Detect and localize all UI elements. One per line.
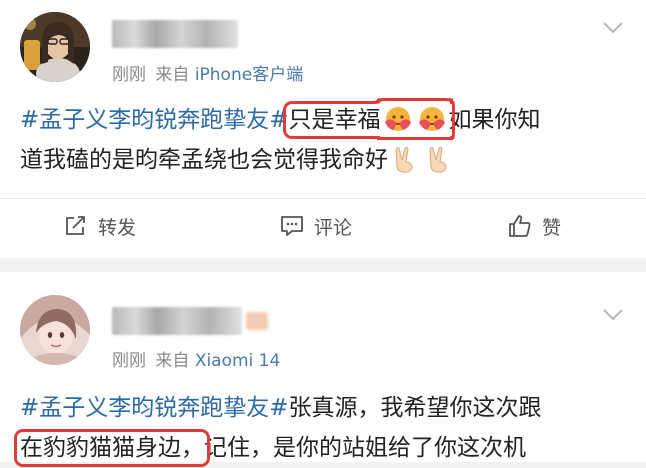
weibo-post-2: 刚刚 来自 Xiaomi 14 #孟子义李昀锐奔跑挚友#张真源，我希望你这次跟 … xyxy=(0,272,646,467)
hashtag-link[interactable]: #孟子义李昀锐奔跑挚友# xyxy=(20,395,289,421)
victory-hand-icon xyxy=(424,144,454,174)
highlight-text: 只是幸福 xyxy=(288,107,381,133)
hug-emoji-icon xyxy=(383,104,413,134)
chevron-down-icon[interactable] xyxy=(602,21,624,35)
action-bar: 转发 评论 赞 xyxy=(0,198,646,253)
text-segment: 记住，是你的站姐给了你这次机 xyxy=(204,435,526,461)
post-time: 刚刚 xyxy=(112,65,146,85)
post-time: 刚刚 xyxy=(112,351,146,371)
like-button[interactable]: 赞 xyxy=(508,199,561,253)
avatar[interactable] xyxy=(20,295,90,365)
text-line: #孟子义李昀锐奔跑挚友#张真源，我希望你这次跟 xyxy=(20,388,626,428)
hashtag-link[interactable]: #孟子义李昀锐奔跑挚友# xyxy=(20,107,289,133)
comment-label: 评论 xyxy=(314,216,353,239)
like-label: 赞 xyxy=(542,216,562,239)
source-prefix: 来自 xyxy=(155,351,190,371)
highlighted-text: 在豹豹猫猫身边， xyxy=(14,429,210,467)
comment-button[interactable]: 评论 xyxy=(280,199,352,253)
thumbs-up-icon xyxy=(509,215,531,237)
chevron-down-icon[interactable] xyxy=(602,308,624,322)
text-segment: 张真源，我希望你这次跟 xyxy=(288,395,542,421)
username-blurred[interactable] xyxy=(112,20,238,48)
highlighted-text: 只是幸福 xyxy=(282,101,455,139)
username-blurred[interactable] xyxy=(112,307,268,335)
post-source[interactable]: iPhone客户端 xyxy=(195,65,303,85)
post-meta: 刚刚 来自 Xiaomi 14 xyxy=(112,346,280,371)
source-prefix: 来自 xyxy=(155,65,190,85)
repost-label: 转发 xyxy=(98,216,137,239)
text-line: 在豹豹猫猫身边，记住，是你的站姐给了你这次机 xyxy=(14,428,626,468)
post-meta: 刚刚 来自 iPhone客户端 xyxy=(112,60,303,85)
victory-hand-icon xyxy=(390,144,420,174)
repost-button[interactable]: 转发 xyxy=(64,199,136,253)
post-source[interactable]: Xiaomi 14 xyxy=(195,351,281,371)
share-square-icon xyxy=(66,216,85,235)
text-line: #孟子义李昀锐奔跑挚友#只是幸福 如果你知 xyxy=(20,100,626,140)
badge-blurred xyxy=(246,312,268,330)
post-text: #孟子义李昀锐奔跑挚友#张真源，我希望你这次跟 在豹豹猫猫身边，记住，是你的站姐… xyxy=(14,388,626,468)
avatar[interactable] xyxy=(20,12,90,82)
weibo-post-1: 刚刚 来自 iPhone客户端 #孟子义李昀锐奔跑挚友#只是幸福 如果你知 道我磕… xyxy=(0,0,646,258)
comment-bubble-icon xyxy=(281,216,303,236)
text-segment: 道我磕的是昀牵孟绕也会觉得我命好 xyxy=(20,147,388,173)
post-text: #孟子义李昀锐奔跑挚友#只是幸福 如果你知 道我磕的是昀牵孟绕也会觉得我命好 xyxy=(20,100,626,180)
text-segment: 如果你知 xyxy=(448,107,541,133)
text-line: 道我磕的是昀牵孟绕也会觉得我命好 xyxy=(20,140,626,180)
hug-emoji-icon xyxy=(417,104,447,134)
